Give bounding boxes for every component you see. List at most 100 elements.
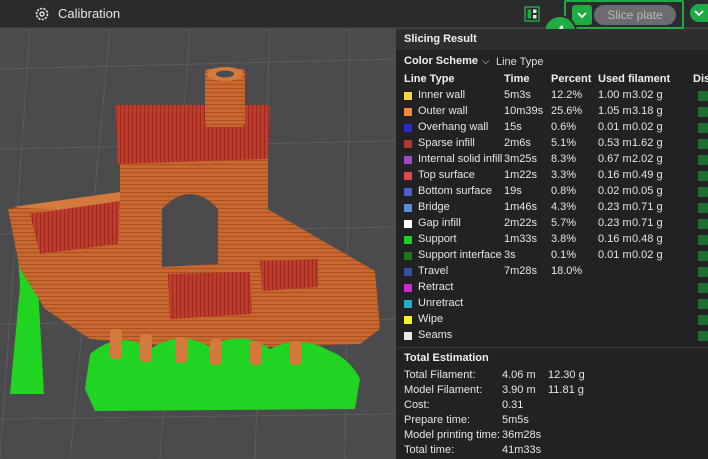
estimation-row: Model Filament: 3.90 m 11.81 g <box>396 383 708 399</box>
estimation-value: 41m33s <box>502 444 542 456</box>
line-type-row[interactable]: Support interface 3s 0.1% 0.01 m 0.02 g <box>396 248 708 264</box>
row-percent: 18.0% <box>551 265 583 277</box>
display-checkbox[interactable] <box>698 331 708 341</box>
color-swatch <box>404 332 412 340</box>
color-swatch <box>404 300 412 308</box>
row-name: Overhang wall <box>418 121 489 133</box>
display-checkbox[interactable] <box>698 203 708 213</box>
row-filament-weight: 3.18 g <box>632 105 663 117</box>
line-type-row[interactable]: Internal solid infill 3m25s 8.3% 0.67 m 2.02… <box>396 152 708 168</box>
header-percent: Percent <box>551 73 592 85</box>
row-percent: 5.7% <box>551 217 577 229</box>
display-checkbox[interactable] <box>698 139 708 149</box>
chevron-down-icon[interactable] <box>690 4 708 22</box>
estimation-row: Model printing time: 36m28s <box>396 428 708 444</box>
color-swatch <box>404 156 412 164</box>
line-type-row[interactable]: Top surface 1m22s 3.3% 0.16 m 0.49 g <box>396 168 708 184</box>
line-type-row[interactable]: Outer wall 10m39s 25.6% 1.05 m 3.18 g <box>396 104 708 120</box>
display-checkbox[interactable] <box>698 91 708 101</box>
row-filament-length: 0.23 m <box>598 201 632 213</box>
row-percent: 4.3% <box>551 201 577 213</box>
divider <box>396 347 708 348</box>
color-swatch <box>404 140 412 148</box>
line-type-row[interactable]: Gap infill 2m22s 5.7% 0.23 m 0.71 g <box>396 216 708 232</box>
chevron-down-icon[interactable]: ⌵ <box>482 56 490 67</box>
row-percent: 3.8% <box>551 233 577 245</box>
row-filament-length: 1.05 m <box>598 105 632 117</box>
estimation-label: Cost: <box>404 399 430 411</box>
row-percent: 12.2% <box>551 89 583 101</box>
header-used-filament: Used filament <box>598 73 671 85</box>
row-percent: 0.8% <box>551 185 577 197</box>
row-filament-length: 0.16 m <box>598 169 632 181</box>
row-filament-length: 1.00 m <box>598 89 632 101</box>
color-swatch <box>404 124 412 132</box>
row-time: 2m22s <box>504 217 538 229</box>
row-filament-length: 0.53 m <box>598 137 632 149</box>
display-checkbox[interactable] <box>698 155 708 165</box>
display-checkbox[interactable] <box>698 251 708 261</box>
color-swatch <box>404 108 412 116</box>
row-filament-weight: 0.02 g <box>632 121 663 133</box>
row-time: 1m22s <box>504 169 538 181</box>
estimation-row: Prepare time: 5m5s <box>396 413 708 429</box>
display-checkbox[interactable] <box>698 123 708 133</box>
estimation-label: Model printing time: <box>404 429 500 441</box>
color-swatch <box>404 252 412 260</box>
row-time: 1m33s <box>504 233 538 245</box>
row-time: 5m3s <box>504 89 531 101</box>
row-filament-length: 0.67 m <box>598 153 632 165</box>
row-name: Inner wall <box>418 89 466 101</box>
line-type-row[interactable]: Bottom surface 19s 0.8% 0.02 m 0.05 g <box>396 184 708 200</box>
display-checkbox[interactable] <box>698 315 708 325</box>
row-percent: 0.1% <box>551 249 577 261</box>
row-time: 15s <box>504 121 522 133</box>
display-checkbox[interactable] <box>698 299 708 309</box>
display-checkbox[interactable] <box>698 107 708 117</box>
line-type-row[interactable]: Seams <box>396 328 708 344</box>
row-name: Unretract <box>418 297 464 309</box>
row-filament-weight: 0.71 g <box>632 217 663 229</box>
slice-plate-button[interactable]: Slice plate <box>594 5 676 25</box>
display-checkbox[interactable] <box>698 219 708 229</box>
line-type-row[interactable]: Unretract <box>396 296 708 312</box>
header-time: Time <box>504 73 530 85</box>
total-estimation-title: Total Estimation <box>404 352 489 364</box>
calibration-tab[interactable]: Calibration <box>58 6 120 21</box>
row-percent: 8.3% <box>551 153 577 165</box>
row-filament-length: 0.01 m <box>598 121 632 133</box>
layout-icon[interactable] <box>524 6 540 22</box>
display-checkbox[interactable] <box>698 235 708 245</box>
display-checkbox[interactable] <box>698 267 708 277</box>
color-swatch <box>404 268 412 276</box>
row-filament-weight: 0.71 g <box>632 201 663 213</box>
row-filament-weight: 3.02 g <box>632 89 663 101</box>
row-filament-weight: 1.62 g <box>632 137 663 149</box>
row-filament-length: 0.23 m <box>598 217 632 229</box>
row-time: 3m25s <box>504 153 538 165</box>
row-time: 19s <box>504 185 522 197</box>
line-type-row[interactable]: Overhang wall 15s 0.6% 0.01 m 0.02 g <box>396 120 708 136</box>
line-type-row[interactable]: Bridge 1m46s 4.3% 0.23 m 0.71 g <box>396 200 708 216</box>
row-percent: 3.3% <box>551 169 577 181</box>
gear-icon[interactable] <box>34 6 50 22</box>
color-scheme-select[interactable]: Line Type <box>496 56 544 68</box>
3d-viewport[interactable] <box>0 28 397 459</box>
display-checkbox[interactable] <box>698 187 708 197</box>
line-type-row[interactable]: Support 1m33s 3.8% 0.16 m 0.48 g <box>396 232 708 248</box>
line-type-row[interactable]: Sparse infill 2m6s 5.1% 0.53 m 1.62 g <box>396 136 708 152</box>
estimation-label: Model Filament: <box>404 384 483 396</box>
chevron-down-icon[interactable] <box>572 5 592 25</box>
row-name: Support <box>418 233 457 245</box>
line-type-row[interactable]: Retract <box>396 280 708 296</box>
row-name: Seams <box>418 329 453 341</box>
display-checkbox[interactable] <box>698 171 708 181</box>
line-type-row[interactable]: Wipe <box>396 312 708 328</box>
line-type-row[interactable]: Travel 7m28s 18.0% <box>396 264 708 280</box>
top-toolbar: Calibration Slice plate <box>0 0 708 29</box>
display-checkbox[interactable] <box>698 283 708 293</box>
estimation-weight: 11.81 g <box>548 384 584 396</box>
row-name: Wipe <box>418 313 444 325</box>
row-time: 2m6s <box>504 137 531 149</box>
line-type-row[interactable]: Inner wall 5m3s 12.2% 1.00 m 3.02 g <box>396 88 708 104</box>
